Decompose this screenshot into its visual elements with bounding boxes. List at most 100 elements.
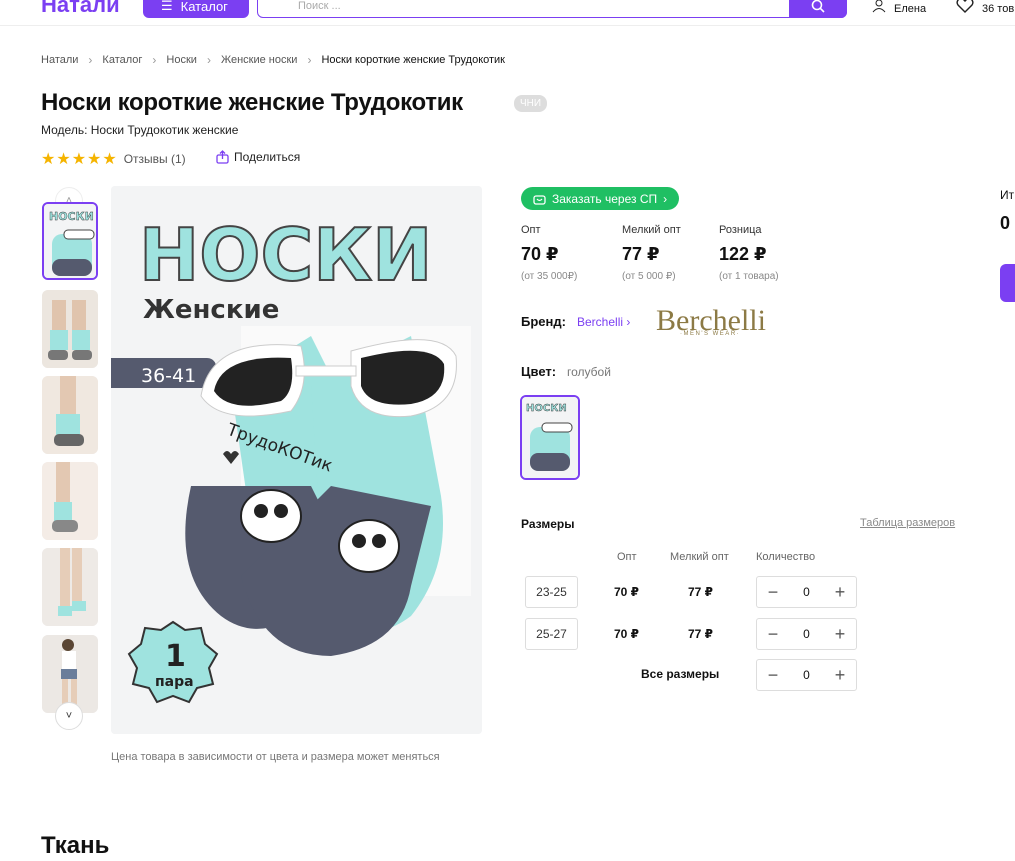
product-main-image[interactable]: НОСКИ Женские 36-41 ТрудоКОТик 1 пара bbox=[111, 186, 482, 734]
chevron-down-icon[interactable]: ˅ bbox=[55, 702, 83, 730]
share-label: Поделиться bbox=[234, 150, 301, 164]
breadcrumb-item-home[interactable]: Натали bbox=[41, 54, 78, 66]
price-value: 70 ₽ bbox=[521, 244, 559, 264]
all-sizes-stepper: − 0 + bbox=[756, 659, 857, 691]
catalog-icon: ☰ bbox=[161, 0, 173, 13]
user-icon bbox=[872, 0, 886, 13]
minus-icon[interactable]: − bbox=[765, 582, 781, 603]
checkout-button[interactable] bbox=[1000, 264, 1015, 302]
star-rating-icon: ★★★★★ bbox=[41, 151, 118, 168]
all-sizes-label: Все размеры bbox=[641, 667, 720, 681]
thumbnail-4[interactable] bbox=[42, 462, 98, 540]
column-header-opt: Опт bbox=[617, 551, 637, 563]
user-name: Елена bbox=[894, 3, 927, 15]
svg-text:НОСКИ: НОСКИ bbox=[49, 210, 94, 223]
favorites-link[interactable]: 36 тов bbox=[954, 0, 1015, 24]
price-opt: Опт 70 ₽ (от 35 000₽) bbox=[521, 224, 621, 282]
chevron-right-icon: › bbox=[152, 53, 157, 67]
breadcrumb-item-womens-socks[interactable]: Женские носки bbox=[221, 54, 298, 66]
search-button[interactable] bbox=[789, 0, 847, 18]
chevron-right-icon: › bbox=[206, 53, 211, 67]
size-chip[interactable]: 25-27 bbox=[525, 618, 578, 650]
price-retail: Розница 122 ₽ (от 1 товара) bbox=[719, 224, 819, 282]
quantity-value[interactable]: 0 bbox=[803, 668, 810, 682]
chevron-right-icon: › bbox=[626, 315, 631, 329]
user-menu[interactable]: Елена bbox=[866, 0, 926, 24]
total-label: Ит bbox=[1000, 188, 1015, 202]
search-icon bbox=[811, 0, 825, 13]
plus-icon[interactable]: + bbox=[832, 624, 848, 645]
price-condition: (от 5 000 ₽) bbox=[622, 271, 676, 282]
color-option[interactable]: НОСКИ bbox=[520, 395, 580, 480]
color-value: голубой bbox=[567, 365, 611, 379]
page-title: Носки короткие женские Трудокотик bbox=[41, 89, 463, 116]
chevron-right-icon: › bbox=[307, 53, 312, 67]
price-condition: (от 1 товара) bbox=[719, 271, 779, 282]
brand-name: Berchelli bbox=[577, 315, 624, 329]
price-small-opt: Мелкий опт 77 ₽ (от 5 000 ₽) bbox=[622, 224, 722, 282]
price-value: 77 ₽ bbox=[622, 244, 660, 264]
image-subheadline: Женские bbox=[143, 295, 279, 325]
product-model: Модель: Носки Трудокотик женские bbox=[41, 123, 239, 137]
share-button[interactable]: Поделиться bbox=[216, 150, 300, 164]
cart-icon bbox=[533, 194, 546, 205]
order-sp-label: Заказать через СП bbox=[552, 191, 658, 206]
image-size-label: 36-41 bbox=[141, 365, 196, 387]
price-label: Опт bbox=[521, 224, 541, 236]
breadcrumb-item-socks[interactable]: Носки bbox=[166, 54, 197, 66]
price-label: Розница bbox=[719, 224, 762, 236]
fabric-section-title: Ткань bbox=[41, 832, 110, 859]
product-rating: ★★★★★ Отзывы (1) bbox=[41, 149, 186, 169]
search-input[interactable]: Поиск ... bbox=[257, 0, 847, 18]
image-headline: НОСКИ bbox=[139, 213, 432, 297]
size-small-opt-price: 77 ₽ bbox=[688, 585, 714, 599]
column-header-quantity: Количество bbox=[756, 551, 816, 563]
size-opt-price: 70 ₽ bbox=[614, 585, 640, 599]
heart-icon bbox=[956, 0, 974, 13]
share-icon bbox=[216, 150, 229, 164]
breadcrumb-item-catalog[interactable]: Каталог bbox=[102, 54, 142, 66]
brand-logo-subtitle: ·MEN'S WEAR· bbox=[680, 331, 741, 337]
favorites-count: 36 тов bbox=[982, 3, 1015, 15]
site-header: Натали ☰ Каталог Поиск ... Елена 36 тов bbox=[0, 0, 1015, 26]
quantity-value[interactable]: 0 bbox=[803, 585, 810, 599]
brand-label: Бренд: bbox=[521, 314, 566, 329]
catalog-button[interactable]: ☰ Каталог bbox=[143, 0, 249, 18]
quantity-stepper: − 0 + bbox=[756, 618, 857, 650]
quantity-value[interactable]: 0 bbox=[803, 627, 810, 641]
brand-link[interactable]: Berchelli › bbox=[577, 315, 630, 329]
thumbnail-3[interactable] bbox=[42, 376, 98, 454]
price-condition: (от 35 000₽) bbox=[521, 271, 578, 282]
order-sp-button[interactable]: Заказать через СП › bbox=[521, 187, 680, 210]
column-header-small-opt: Мелкий опт bbox=[670, 551, 729, 563]
plus-icon[interactable]: + bbox=[832, 582, 848, 603]
price-note: Цена товара в зависимости от цвета и раз… bbox=[111, 751, 440, 763]
price-label: Мелкий опт bbox=[622, 224, 681, 236]
breadcrumb-item-current: Носки короткие женские Трудокотик bbox=[321, 54, 505, 66]
chevron-right-icon: › bbox=[88, 53, 93, 67]
reviews-link[interactable]: Отзывы (1) bbox=[124, 152, 186, 166]
minus-icon[interactable]: − bbox=[765, 624, 781, 645]
image-pack-count: 1 bbox=[165, 639, 186, 674]
image-pack-word: пара bbox=[155, 674, 194, 690]
color-label: Цвет: bbox=[521, 364, 557, 379]
thumbnail-5[interactable] bbox=[42, 548, 98, 626]
size-opt-price: 70 ₽ bbox=[614, 627, 640, 641]
thumbnail-2[interactable] bbox=[42, 290, 98, 368]
size-table-link[interactable]: Таблица размеров bbox=[860, 517, 955, 529]
chevron-right-icon: › bbox=[663, 191, 668, 206]
sizes-title: Размеры bbox=[521, 517, 575, 531]
total-value: 0 bbox=[1000, 213, 1011, 233]
size-small-opt-price: 77 ₽ bbox=[688, 627, 714, 641]
breadcrumb: Натали › Каталог › Носки › Женские носки… bbox=[41, 53, 505, 67]
svg-text:НОСКИ: НОСКИ bbox=[526, 403, 567, 414]
plus-icon[interactable]: + bbox=[832, 665, 848, 686]
size-chip[interactable]: 23-25 bbox=[525, 576, 578, 608]
quantity-stepper: − 0 + bbox=[756, 576, 857, 608]
minus-icon[interactable]: − bbox=[765, 665, 781, 686]
site-logo[interactable]: Натали bbox=[41, 0, 120, 18]
status-badge: ЧНИ bbox=[514, 95, 548, 112]
catalog-button-label: Каталог bbox=[180, 0, 228, 14]
thumbnail-1[interactable]: НОСКИ bbox=[42, 202, 98, 280]
price-value: 122 ₽ bbox=[719, 244, 767, 264]
